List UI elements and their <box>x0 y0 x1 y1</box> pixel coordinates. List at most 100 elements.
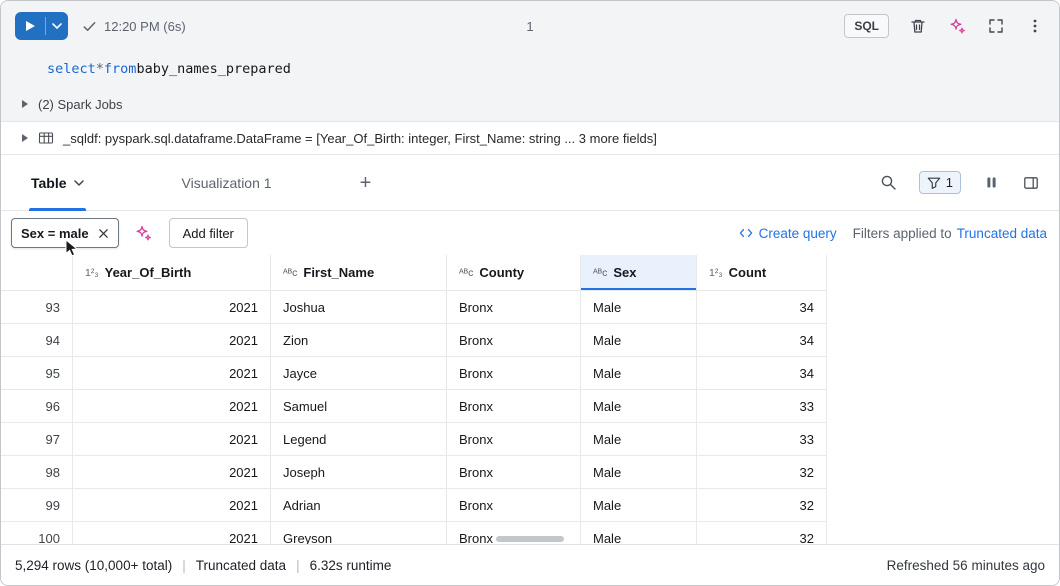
table-cell[interactable]: Male <box>581 357 697 390</box>
filter-bar: Sex = male Add filter Create query Filte… <box>1 211 1059 255</box>
table-cell[interactable]: 33 <box>697 390 827 423</box>
table-cell[interactable]: Bronx <box>447 291 581 324</box>
row-filler <box>827 456 1059 489</box>
cell-menu-button[interactable] <box>1025 16 1045 36</box>
add-filter-button[interactable]: Add filter <box>169 218 248 248</box>
table-cell[interactable]: Bronx <box>447 456 581 489</box>
column-header-year_of_birth[interactable]: 1²₃Year_Of_Birth <box>73 255 271 291</box>
integer-type-icon: 1²₃ <box>709 267 723 279</box>
table-cell[interactable]: Legend <box>271 423 447 456</box>
side-panel-icon <box>1023 175 1039 191</box>
remove-filter-button[interactable] <box>98 228 109 239</box>
tab-table-label: Table <box>31 175 67 191</box>
delete-cell-button[interactable] <box>908 16 928 36</box>
table-cell[interactable]: Bronx <box>447 324 581 357</box>
notebook-cell: 12:20 PM (6s) 1 SQL select * from baby_n… <box>0 0 1060 586</box>
tab-table[interactable]: Table <box>31 155 84 210</box>
table-cell[interactable]: Bronx <box>447 489 581 522</box>
filters-applied-prefix: Filters applied to <box>853 226 952 241</box>
side-panel-button[interactable] <box>1021 173 1041 193</box>
assistant-button[interactable] <box>947 16 967 36</box>
create-query-link[interactable]: Create query <box>739 226 837 241</box>
spark-jobs-toggle[interactable]: (2) Spark Jobs <box>1 87 1059 121</box>
filter-funnel-icon <box>927 176 941 190</box>
table-cell[interactable]: Male <box>581 390 697 423</box>
table-cell[interactable]: Greyson <box>271 522 447 544</box>
truncated-data-link[interactable]: Truncated data <box>957 226 1047 241</box>
table-cell[interactable]: Bronx <box>447 390 581 423</box>
sql-keyword: select <box>47 61 96 77</box>
filter-chip[interactable]: Sex = male <box>11 218 119 248</box>
row-count-text: 5,294 rows (10,000+ total) <box>15 558 172 573</box>
filter-chip-label: Sex = male <box>21 226 89 241</box>
run-dropdown-button[interactable] <box>46 12 68 40</box>
table-cell[interactable]: Joseph <box>271 456 447 489</box>
table-cell[interactable]: Male <box>581 324 697 357</box>
row-filler <box>827 522 1059 544</box>
sql-language-badge[interactable]: SQL <box>844 14 889 38</box>
table-cell[interactable]: Male <box>581 423 697 456</box>
filter-toggle-button[interactable]: 1 <box>919 171 961 194</box>
table-cell[interactable]: Bronx <box>447 423 581 456</box>
play-icon[interactable] <box>15 12 45 40</box>
table-cell[interactable]: 2021 <box>73 390 271 423</box>
table-cell[interactable]: Adrian <box>271 489 447 522</box>
results-table: 1²₃Year_Of_BirthᴬᴮcFirst_NameᴬᴮcCountyᴬᴮ… <box>1 255 1059 544</box>
table-cell[interactable]: Samuel <box>271 390 447 423</box>
sql-editor[interactable]: select * from baby_names_prepared <box>1 51 1059 87</box>
table-cell[interactable]: Jayce <box>271 357 447 390</box>
table-cell[interactable]: 2021 <box>73 456 271 489</box>
table-cell[interactable]: 32 <box>697 522 827 544</box>
row-height-button[interactable] <box>981 173 1001 193</box>
table-cell[interactable]: Male <box>581 456 697 489</box>
column-header-count[interactable]: 1²₃Count <box>697 255 827 291</box>
table-cell[interactable]: 34 <box>697 357 827 390</box>
column-header-label: County <box>479 265 524 280</box>
search-button[interactable] <box>879 173 899 193</box>
trash-icon <box>910 18 926 34</box>
table-cell[interactable]: 32 <box>697 456 827 489</box>
table-cell[interactable]: Male <box>581 522 697 544</box>
column-header-label: Sex <box>613 265 636 280</box>
sqldf-toggle[interactable]: _sqldf: pyspark.sql.dataframe.DataFrame … <box>1 121 1059 155</box>
maximize-button[interactable] <box>986 16 1006 36</box>
table-row: 932021JoshuaBronxMale34 <box>1 291 1059 324</box>
row-index: 100 <box>1 522 73 544</box>
table-cell[interactable]: 33 <box>697 423 827 456</box>
table-cell[interactable]: 2021 <box>73 489 271 522</box>
tab-visualization[interactable]: Visualization 1 <box>182 155 272 210</box>
table-cell[interactable]: 2021 <box>73 357 271 390</box>
truncated-data-text: Truncated data <box>196 558 286 573</box>
table-cell[interactable]: 2021 <box>73 522 271 544</box>
string-type-icon: ᴬᴮc <box>459 267 473 279</box>
row-filler <box>827 423 1059 456</box>
table-cell[interactable]: 2021 <box>73 324 271 357</box>
add-tab-button[interactable]: + <box>360 173 372 193</box>
table-cell[interactable]: Zion <box>271 324 447 357</box>
chevron-down-icon <box>52 23 62 29</box>
column-header-sex[interactable]: ᴬᴮc Sex <box>581 255 697 291</box>
table-cell[interactable]: Male <box>581 291 697 324</box>
run-button[interactable] <box>15 12 68 40</box>
row-filler <box>827 357 1059 390</box>
assistant-sparkle-icon <box>135 225 152 242</box>
sqldf-label: _sqldf: pyspark.sql.dataframe.DataFrame … <box>63 131 657 146</box>
sql-operator: * <box>96 61 104 77</box>
table-cell[interactable]: 34 <box>697 324 827 357</box>
table-cell[interactable]: Male <box>581 489 697 522</box>
row-index: 98 <box>1 456 73 489</box>
column-header-first_name[interactable]: ᴬᴮcFirst_Name <box>271 255 447 291</box>
run-status: 12:20 PM (6s) <box>82 19 186 34</box>
table-cell[interactable]: 2021 <box>73 291 271 324</box>
row-index-header <box>1 255 73 291</box>
table-cell[interactable]: Bronx <box>447 357 581 390</box>
string-type-icon: ᴬᴮc <box>593 267 607 279</box>
table-cell[interactable]: 34 <box>697 291 827 324</box>
table-cell[interactable]: Joshua <box>271 291 447 324</box>
expand-icon <box>988 18 1004 34</box>
table-cell[interactable]: 32 <box>697 489 827 522</box>
horizontal-scrollbar[interactable] <box>496 536 564 542</box>
table-cell[interactable]: 2021 <box>73 423 271 456</box>
assistant-filter-button[interactable] <box>134 223 154 243</box>
column-header-county[interactable]: ᴬᴮc County <box>447 255 581 291</box>
